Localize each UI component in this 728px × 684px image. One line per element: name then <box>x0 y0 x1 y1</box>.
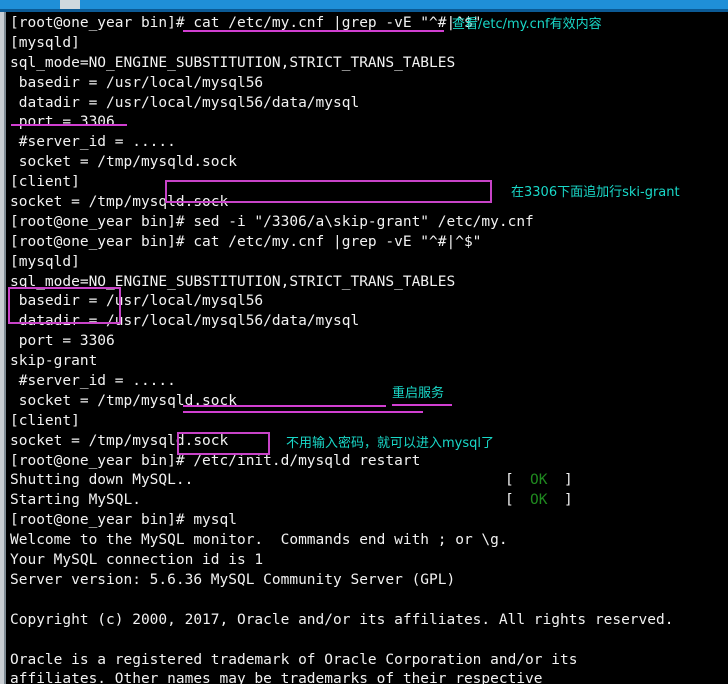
terminal-line: datadir = /usr/local/mysql56/data/mysql <box>6 312 728 332</box>
terminal-line-shutdown: Shutting down MySQL.. [ OK] <box>6 471 728 491</box>
terminal-line-mysql-command: [root@one_year bin]# mysql <box>6 511 728 531</box>
line-text: [root@one_year bin]# cat /etc/my.cnf |gr… <box>10 15 481 31</box>
terminal-line: sql_mode=NO_ENGINE_SUBSTITUTION,STRICT_T… <box>6 54 728 74</box>
status-ok: OK <box>530 471 547 491</box>
annotation-no-password-needed: 不用输入密码，就可以进入mysql了 <box>286 436 494 451</box>
terminal-line-sed-command: [root@one_year bin]# sed -i "/3306/a\ski… <box>6 213 728 233</box>
line-text: [root@one_year bin]# sed -i "/3306/a\ski… <box>10 214 534 230</box>
terminal-line-starting: Starting MySQL. [ OK] <box>6 491 728 511</box>
terminal-line: Server version: 5.6.36 MySQL Community S… <box>6 571 728 591</box>
status-ok: OK <box>530 491 547 511</box>
line-text: socket = /tmp/mysqld.sock <box>10 154 237 170</box>
line-text: basedir = /usr/local/mysql56 <box>10 75 263 91</box>
line-text: Your MySQL connection id is 1 <box>10 552 263 568</box>
line-text: sql_mode=NO_ENGINE_SUBSTITUTION,STRICT_T… <box>10 274 455 290</box>
line-text: [mysqld] <box>10 35 80 51</box>
underline-port-3306 <box>11 124 127 126</box>
annotation-append-skip-grant: 在3306下面追加行ski-grant <box>511 185 680 200</box>
line-text: socket = /tmp/mysqld.sock <box>10 433 228 449</box>
terminal-line: Welcome to the MySQL monitor. Commands e… <box>6 531 728 551</box>
line-text: socket = /tmp/mysqld.sock <box>10 194 228 210</box>
terminal-line-skip-grant: skip-grant <box>6 352 728 372</box>
terminal-line: affiliates. Other names may be trademark… <box>6 670 728 684</box>
status-bracket-open: [ <box>505 471 514 491</box>
titlebar-underline <box>0 9 728 12</box>
terminal-line-restart-command: [root@one_year bin]# /etc/init.d/mysqld … <box>6 452 728 472</box>
line-text: Copyright (c) 2000, 2017, Oracle and/or … <box>10 612 673 628</box>
line-text: #server_id = ..... <box>10 134 176 150</box>
line-text: Starting MySQL. <box>10 492 141 508</box>
terminal-line: socket = /tmp/mysqld.sock <box>6 392 728 412</box>
line-text: Oracle is a registered trademark of Orac… <box>10 652 577 668</box>
line-text: skip-grant <box>10 353 97 369</box>
line-text: affiliates. Other names may be trademark… <box>10 671 543 684</box>
terminal-line-port: port = 3306 <box>6 332 728 352</box>
terminal-line-blank <box>6 591 728 611</box>
terminal-line: basedir = /usr/local/mysql56 <box>6 74 728 94</box>
line-text: Shutting down MySQL.. <box>10 472 193 488</box>
underline-restart-annotation <box>392 404 452 406</box>
line-text: [root@one_year bin]# cat /etc/my.cnf |gr… <box>10 234 481 250</box>
annotation-restart-service: 重启服务 <box>392 386 444 401</box>
underline-cat-command-1 <box>183 30 444 32</box>
window-left-border-inner <box>4 12 6 684</box>
terminal-line: [mysqld] <box>6 34 728 54</box>
terminal-output[interactable]: [root@one_year bin]# cat /etc/my.cnf |gr… <box>6 12 728 684</box>
line-text: datadir = /usr/local/mysql56/data/mysql <box>10 313 359 329</box>
line-text: basedir = /usr/local/mysql56 <box>10 293 263 309</box>
underline-shutdown-line <box>183 411 423 413</box>
line-text: datadir = /usr/local/mysql56/data/mysql <box>10 95 359 111</box>
line-text: sql_mode=NO_ENGINE_SUBSTITUTION,STRICT_T… <box>10 55 455 71</box>
line-text: port = 3306 <box>10 114 115 130</box>
terminal-line: #server_id = ..... <box>6 372 728 392</box>
line-text: [root@one_year bin]# /etc/init.d/mysqld … <box>10 453 420 469</box>
terminal-line: #server_id = ..... <box>6 133 728 153</box>
underline-restart-command <box>183 405 386 407</box>
terminal-line: Copyright (c) 2000, 2017, Oracle and/or … <box>6 611 728 631</box>
line-text: Welcome to the MySQL monitor. Commands e… <box>10 532 508 548</box>
terminal-line: datadir = /usr/local/mysql56/data/mysql <box>6 94 728 114</box>
line-text: Server version: 5.6.36 MySQL Community S… <box>10 572 455 588</box>
line-text: port = 3306 <box>10 333 115 349</box>
terminal-line-blank <box>6 631 728 651</box>
line-text: [root@one_year bin]# mysql <box>10 512 237 528</box>
line-text: [client] <box>10 174 80 190</box>
status-bracket-close: ] <box>564 491 573 511</box>
terminal-line: [mysqld] <box>6 253 728 273</box>
terminal-screenshot: [root@one_year bin]# cat /etc/my.cnf |gr… <box>0 0 728 684</box>
line-text: [client] <box>10 413 80 429</box>
annotation-view-mycnf: 查看/etc/my.cnf有效内容 <box>452 17 602 32</box>
status-bracket-open: [ <box>505 491 514 511</box>
terminal-line: basedir = /usr/local/mysql56 <box>6 292 728 312</box>
terminal-line: [root@one_year bin]# cat /etc/my.cnf |gr… <box>6 233 728 253</box>
terminal-line: sql_mode=NO_ENGINE_SUBSTITUTION,STRICT_T… <box>6 273 728 293</box>
titlebar-tab-fragment[interactable] <box>60 0 80 9</box>
terminal-line: [client] <box>6 412 728 432</box>
terminal-line: Your MySQL connection id is 1 <box>6 551 728 571</box>
window-titlebar[interactable] <box>0 0 728 9</box>
line-text: #server_id = ..... <box>10 373 176 389</box>
line-text: [mysqld] <box>10 254 80 270</box>
status-bracket-close: ] <box>564 471 573 491</box>
terminal-line: socket = /tmp/mysqld.sock <box>6 153 728 173</box>
terminal-line: Oracle is a registered trademark of Orac… <box>6 651 728 671</box>
